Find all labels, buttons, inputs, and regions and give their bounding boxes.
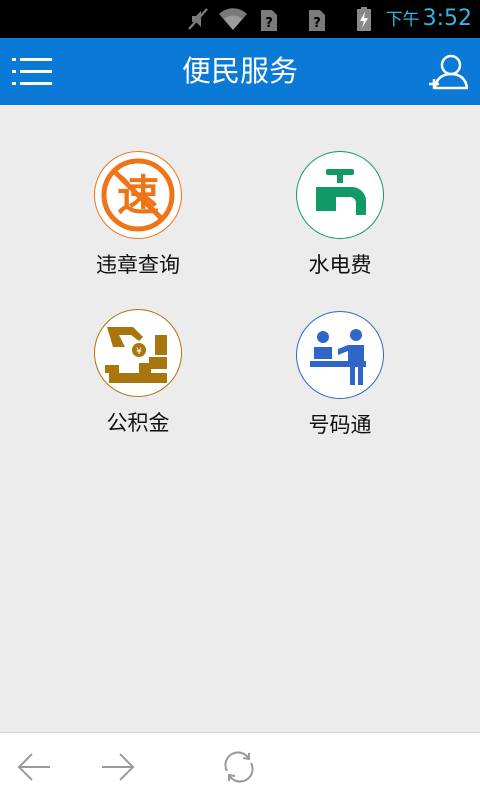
page-title: 便民服务	[181, 54, 298, 88]
service-grid: 速 违章查询 水电费 ¥ 公积金 号码通	[0, 105, 480, 732]
clock-time: 3:52	[422, 6, 472, 31]
service-label: 号码通	[308, 413, 372, 437]
traffic-violation-badge: 速	[94, 151, 182, 239]
number-service-icon	[310, 329, 366, 385]
service-number-directory[interactable]: 号码通	[260, 311, 420, 451]
forward-arrow-icon[interactable]	[98, 749, 138, 785]
menu-list-icon[interactable]	[12, 56, 56, 88]
service-utilities[interactable]: 水电费	[260, 151, 420, 291]
housing-fund-icon: ¥	[105, 327, 167, 383]
water-faucet-icon	[316, 169, 366, 215]
refresh-icon[interactable]	[219, 749, 259, 785]
status-bar: ? ? 下午 3:52	[0, 0, 480, 38]
service-traffic-violation[interactable]: 速 违章查询	[58, 151, 218, 291]
service-housing-fund[interactable]: ¥ 公积金	[58, 309, 218, 449]
sim-unknown-icon: ?	[261, 10, 277, 31]
clock: 下午 3:52	[386, 4, 472, 35]
battery-charging-icon	[357, 7, 371, 31]
service-label: 水电费	[308, 253, 372, 277]
utilities-badge	[296, 151, 384, 239]
wifi-icon	[219, 8, 247, 30]
service-label: 违章查询	[96, 253, 180, 277]
back-arrow-icon[interactable]	[16, 749, 56, 785]
app-bar: 便民服务	[0, 38, 480, 105]
sim-unknown-icon: ?	[309, 10, 325, 31]
traffic-violation-icon: 速	[101, 158, 175, 232]
traffic-violation-glyph: 速	[117, 171, 159, 220]
user-add-icon[interactable]	[428, 52, 468, 92]
number-service-badge	[296, 311, 384, 399]
housing-fund-badge: ¥	[94, 309, 182, 397]
svg-text:?: ?	[265, 16, 273, 31]
service-label: 公积金	[106, 411, 170, 435]
svg-text:¥: ¥	[136, 347, 142, 357]
mute-icon	[188, 8, 208, 30]
bottom-nav-bar	[0, 732, 480, 800]
clock-ampm: 下午	[385, 10, 420, 30]
svg-text:?: ?	[313, 16, 321, 31]
